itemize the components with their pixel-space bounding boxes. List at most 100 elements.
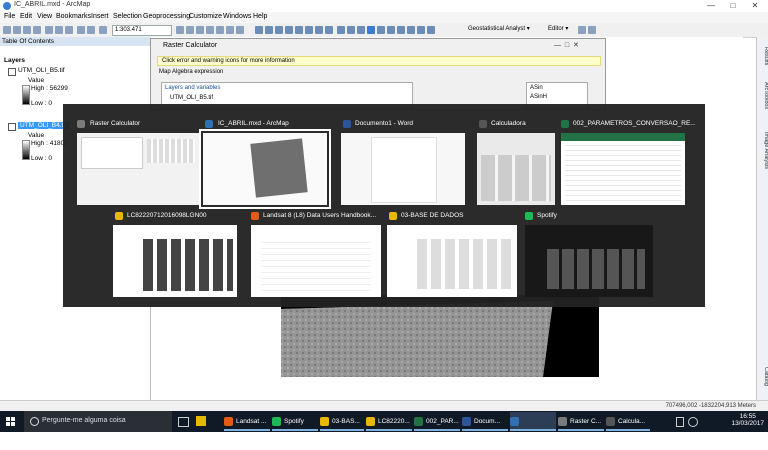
menu-windows[interactable]: Windows	[223, 13, 251, 20]
right-dock-tabs: Catalog Image Analysis ArcToolbox Result…	[756, 37, 768, 400]
time-slider-icon[interactable]	[417, 26, 425, 34]
menu-insert[interactable]: Insert	[91, 13, 109, 20]
taskbar-app-word[interactable]: Docum...	[462, 412, 508, 431]
catalog-window-icon[interactable]	[196, 26, 204, 34]
switcher-thumb-firefox[interactable]	[251, 225, 381, 297]
fixed-zoom-out-icon[interactable]	[305, 26, 313, 34]
tab-catalog[interactable]: Catalog	[757, 367, 768, 386]
menu-customize[interactable]: Customize	[189, 13, 222, 20]
switcher-label: Spotify	[537, 212, 557, 219]
thumb-content	[547, 249, 645, 289]
system-clock[interactable]: 16:55 13/03/2017	[731, 413, 764, 427]
select-elements-icon[interactable]	[357, 26, 365, 34]
search-box[interactable]: Pergunte-me alguma coisa	[24, 411, 172, 432]
layers-node-label[interactable]: Layers	[4, 57, 25, 64]
zoom-out-icon[interactable]	[265, 26, 273, 34]
function-item[interactable]: ASin	[530, 85, 543, 91]
python-icon[interactable]	[226, 26, 234, 34]
switcher-thumb-excel[interactable]	[561, 133, 685, 205]
variable-item[interactable]: UTM_OLI_B5.tif	[170, 95, 213, 101]
add-data-icon[interactable]	[99, 26, 107, 34]
tab-results[interactable]: Results	[757, 47, 768, 65]
volume-icon[interactable]	[688, 417, 698, 427]
menu-bookmarks[interactable]: Bookmarks	[56, 13, 91, 20]
tab-arctoolbox[interactable]: ArcToolbox	[757, 82, 768, 109]
taskbar-app-spotify[interactable]: Spotify	[272, 412, 318, 431]
task-switcher-overlay: Raster Calculator IC_ABRIL.mxd - ArcMap …	[63, 104, 705, 307]
taskbar-app-arcmap[interactable]: IC_ABRIL...	[510, 412, 556, 444]
redo-icon[interactable]	[87, 26, 95, 34]
straight-segment-icon[interactable]	[588, 26, 596, 34]
back-extent-icon[interactable]	[315, 26, 323, 34]
editor-menu[interactable]: Editor ▾	[546, 25, 574, 34]
calculator-icon	[606, 416, 615, 426]
hyperlink-icon[interactable]	[397, 26, 405, 34]
switcher-thumb-spotify[interactable]	[525, 225, 653, 297]
geostatistical-analyst-menu[interactable]: Geostatistical Analyst ▾	[466, 25, 538, 34]
forward-extent-icon[interactable]	[325, 26, 333, 34]
switcher-thumb-raster-calculator[interactable]	[77, 133, 201, 205]
new-icon[interactable]	[3, 26, 11, 34]
function-item[interactable]: ASinH	[530, 94, 547, 100]
find-icon[interactable]	[377, 26, 385, 34]
editor-toolbar-icon[interactable]	[176, 26, 184, 34]
menu-selection[interactable]: Selection	[113, 13, 142, 20]
menu-view[interactable]: View	[37, 13, 52, 20]
task-view-icon[interactable]	[178, 417, 189, 427]
save-icon[interactable]	[23, 26, 31, 34]
tab-image-analysis[interactable]: Image Analysis	[757, 132, 768, 169]
toc-window-icon[interactable]	[186, 26, 194, 34]
fixed-zoom-in-icon[interactable]	[295, 26, 303, 34]
menu-help[interactable]: Help	[253, 13, 267, 20]
edit-tool-icon[interactable]	[578, 26, 586, 34]
taskbar-app-calculator[interactable]: Calcula...	[606, 412, 650, 431]
open-icon[interactable]	[13, 26, 21, 34]
html-popup-icon[interactable]	[407, 26, 415, 34]
layer1-checkbox[interactable]	[8, 68, 16, 76]
menu-file[interactable]: File	[4, 13, 15, 20]
maximize-button[interactable]: □	[722, 0, 744, 12]
taskbar-app-raster-calc[interactable]: Raster C...	[558, 412, 604, 431]
switcher-thumb-folder-base[interactable]	[387, 225, 517, 297]
switcher-thumb-calculator[interactable]	[477, 133, 555, 205]
taskbar-app-label: LC82220...	[378, 418, 410, 425]
undo-icon[interactable]	[77, 26, 85, 34]
pan-icon[interactable]	[275, 26, 283, 34]
toc-header: Table Of Contents	[0, 37, 152, 46]
zoom-in-icon[interactable]	[255, 26, 263, 34]
network-icon[interactable]	[676, 417, 684, 427]
taskbar-app-base[interactable]: 03-BAS...	[320, 412, 364, 431]
close-button[interactable]: ✕	[744, 0, 766, 12]
cortana-icon	[30, 417, 39, 426]
layer2-checkbox[interactable]	[8, 123, 16, 131]
modelbuilder-icon[interactable]	[236, 26, 244, 34]
paste-icon[interactable]	[65, 26, 73, 34]
layer2-name[interactable]: UTM_OLI_B4.tif	[18, 122, 69, 129]
menu-edit[interactable]: Edit	[20, 13, 32, 20]
arctoolbox-icon[interactable]	[216, 26, 224, 34]
identify-icon[interactable]	[367, 26, 375, 34]
copy-icon[interactable]	[55, 26, 63, 34]
select-features-icon[interactable]	[337, 26, 345, 34]
file-explorer-icon[interactable]	[196, 416, 206, 426]
print-icon[interactable]	[33, 26, 41, 34]
switcher-thumb-folder-lc8[interactable]	[113, 225, 237, 297]
start-button[interactable]	[0, 411, 22, 432]
taskbar-app-excel[interactable]: 002_PAR...	[414, 412, 460, 431]
scale-combo[interactable]: 1:303.471	[112, 25, 172, 36]
minimize-button[interactable]: —	[700, 0, 722, 12]
folder-icon	[320, 416, 329, 426]
cut-icon[interactable]	[45, 26, 53, 34]
taskbar-app-lc8[interactable]: LC82220...	[366, 412, 412, 431]
taskbar-app-landsat[interactable]: Landsat ...	[224, 412, 270, 431]
warning-banner: Click error and warning icons for more i…	[157, 56, 601, 66]
search-window-icon[interactable]	[206, 26, 214, 34]
measure-icon[interactable]	[387, 26, 395, 34]
full-extent-icon[interactable]	[285, 26, 293, 34]
switcher-thumb-arcmap[interactable]	[199, 129, 331, 209]
create-viewer-icon[interactable]	[427, 26, 435, 34]
switcher-thumb-word[interactable]	[341, 133, 465, 205]
clear-selection-icon[interactable]	[347, 26, 355, 34]
layer1-name[interactable]: UTM_OLI_B5.tif	[18, 67, 65, 74]
menu-geoprocessing[interactable]: Geoprocessing	[143, 13, 190, 20]
